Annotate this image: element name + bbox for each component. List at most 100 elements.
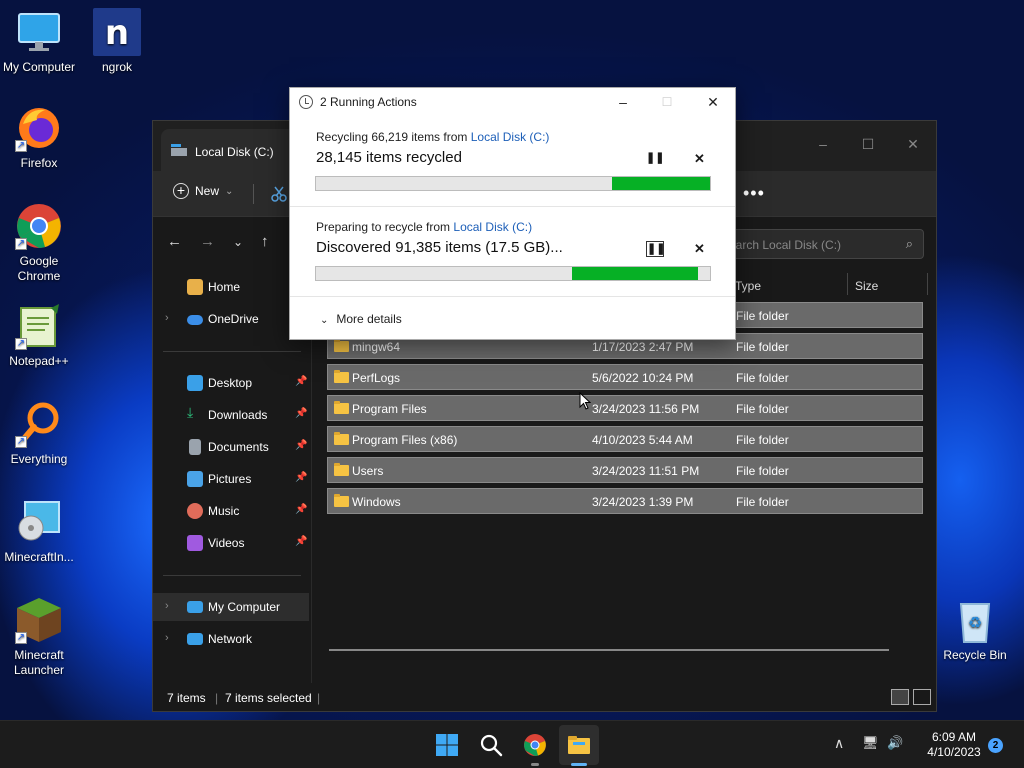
sidebar-item-documents[interactable]: Documents 📌 bbox=[153, 433, 309, 461]
clock-date: 4/10/2023 bbox=[927, 745, 981, 759]
file-row[interactable]: Program Files 3/24/2023 11:56 PM File fo… bbox=[327, 395, 923, 421]
desktop-icon-ngrok[interactable]: n ngrok bbox=[78, 8, 156, 75]
running-actions-dialog: 2 Running Actions – ☐ ✕ Recycling 66,219… bbox=[289, 87, 736, 340]
desktop-icon-everything[interactable]: ↗ Everything bbox=[0, 400, 78, 467]
chevron-right-icon[interactable]: › bbox=[165, 600, 169, 612]
documents-icon bbox=[189, 439, 201, 455]
clock[interactable]: 6:09 AM 4/10/2023 bbox=[920, 730, 988, 760]
search-icon: ⌕ bbox=[905, 236, 913, 251]
desktop-icon-minecraft[interactable]: ↗ Minecraft Launcher bbox=[0, 596, 78, 678]
explorer-minimize-button[interactable]: – bbox=[803, 129, 843, 159]
tiles-view-button[interactable] bbox=[913, 689, 931, 705]
monitor-icon bbox=[15, 8, 63, 56]
clock-time: 6:09 AM bbox=[931, 730, 977, 744]
sidebar-item-home[interactable]: Home bbox=[153, 273, 309, 301]
notification-badge[interactable]: 2 bbox=[988, 738, 1003, 753]
desktop-icon-minecraft-installer[interactable]: MinecraftIn... bbox=[0, 498, 78, 565]
chevron-right-icon[interactable]: › bbox=[165, 312, 169, 324]
explorer-maximize-button[interactable]: ☐ bbox=[848, 129, 888, 159]
shortcut-arrow-icon: ↗ bbox=[15, 632, 27, 644]
desktop-icon-recycle-bin[interactable]: ♻ Recycle Bin bbox=[936, 596, 1014, 663]
file-type: File folder bbox=[736, 309, 789, 323]
file-date: 3/24/2023 11:56 PM bbox=[592, 402, 700, 416]
sidebar-divider bbox=[163, 575, 301, 576]
explorer-close-button[interactable]: ✕ bbox=[893, 129, 933, 159]
sidebar-item-label: Home bbox=[208, 280, 241, 294]
running-indicator bbox=[531, 763, 539, 766]
sidebar-item-network[interactable]: › Network bbox=[153, 625, 309, 653]
more-options-button[interactable]: ••• bbox=[743, 183, 765, 204]
file-type: File folder bbox=[736, 371, 789, 385]
sidebar-item-onedrive[interactable]: › OneDrive bbox=[153, 305, 309, 333]
search-icon[interactable] bbox=[479, 733, 503, 757]
volume-icon[interactable]: 🔊 bbox=[887, 735, 903, 751]
desktop-icon-my-computer[interactable]: My Computer bbox=[0, 8, 78, 75]
up-button[interactable]: ↑ bbox=[261, 233, 269, 250]
horizontal-scrollbar[interactable] bbox=[329, 649, 889, 651]
column-header-size[interactable]: Size bbox=[855, 279, 878, 293]
selected-count: 7 items selected bbox=[225, 691, 312, 705]
source-link[interactable]: Local Disk (C:) bbox=[471, 130, 550, 144]
file-row[interactable]: Windows 3/24/2023 1:39 PM File folder bbox=[327, 488, 923, 514]
search-input[interactable]: earch Local Disk (C:) ⌕ bbox=[728, 229, 924, 259]
cancel-button[interactable]: ✕ bbox=[694, 241, 705, 257]
shortcut-arrow-icon: ↗ bbox=[15, 238, 27, 250]
explorer-tab[interactable]: Local Disk (C:) bbox=[161, 129, 301, 171]
sidebar-item-videos[interactable]: Videos 📌 bbox=[153, 529, 309, 557]
pause-button[interactable]: ❚❚ bbox=[646, 151, 664, 167]
firefox-icon: ↗ bbox=[15, 104, 63, 152]
details-view-button[interactable] bbox=[891, 689, 909, 705]
action-description-text: Preparing to recycle from bbox=[316, 220, 454, 234]
forward-button[interactable]: → bbox=[200, 233, 215, 250]
windows-start-icon[interactable] bbox=[435, 733, 459, 757]
file-type: File folder bbox=[736, 464, 789, 478]
dialog-maximize-button: ☐ bbox=[661, 95, 673, 109]
progress-fill bbox=[611, 177, 710, 190]
file-date: 3/24/2023 1:39 PM bbox=[592, 495, 694, 509]
dialog-divider bbox=[290, 296, 735, 297]
folder-icon bbox=[334, 370, 349, 383]
source-link[interactable]: Local Disk (C:) bbox=[453, 220, 532, 234]
more-details-label: More details bbox=[336, 312, 402, 326]
shortcut-arrow-icon: ↗ bbox=[15, 436, 27, 448]
sidebar-item-my-computer[interactable]: › My Computer bbox=[153, 593, 309, 621]
dialog-close-button[interactable]: ✕ bbox=[698, 92, 728, 112]
folder-icon bbox=[334, 401, 349, 414]
chevron-down-icon: ⌄ bbox=[225, 185, 234, 197]
cancel-button[interactable]: ✕ bbox=[694, 151, 705, 167]
cut-icon[interactable] bbox=[271, 186, 287, 202]
show-hidden-icons-button[interactable]: ∧ bbox=[834, 735, 844, 752]
recycle-bin-icon: ♻ bbox=[951, 596, 999, 644]
desktop-icon-chrome[interactable]: ↗ Google Chrome bbox=[0, 202, 78, 284]
network-icon[interactable]: 🖥 bbox=[862, 735, 879, 751]
file-type: File folder bbox=[736, 433, 789, 447]
network-icon bbox=[187, 633, 203, 645]
dialog-minimize-button[interactable]: – bbox=[608, 92, 638, 112]
back-button[interactable]: ← bbox=[167, 233, 182, 250]
folder-icon bbox=[334, 463, 349, 476]
file-row[interactable]: Program Files (x86) 4/10/2023 5:44 AM Fi… bbox=[327, 426, 923, 452]
active-indicator bbox=[571, 763, 587, 766]
sidebar-item-pictures[interactable]: Pictures 📌 bbox=[153, 465, 309, 493]
new-button[interactable]: + New ⌄ bbox=[173, 183, 233, 199]
sidebar-item-label: Music bbox=[208, 504, 240, 518]
file-row[interactable]: Users 3/24/2023 11:51 PM File folder bbox=[327, 457, 923, 483]
file-row[interactable]: PerfLogs 5/6/2022 10:24 PM File folder bbox=[327, 364, 923, 390]
chrome-icon[interactable] bbox=[523, 733, 547, 757]
recent-locations-button[interactable]: ⌄ bbox=[233, 235, 243, 249]
dialog-divider bbox=[290, 206, 735, 207]
desktop-icon-label: Google Chrome bbox=[17, 254, 61, 283]
sidebar-item-label: My Computer bbox=[208, 600, 281, 614]
desktop-icon-firefox[interactable]: ↗ Firefox bbox=[0, 104, 78, 171]
pause-button[interactable]: ❚❚ bbox=[646, 241, 665, 257]
pin-icon: 📌 bbox=[295, 408, 308, 419]
sidebar-item-downloads[interactable]: ⤓ Downloads 📌 bbox=[153, 401, 309, 429]
desktop-icon-notepadpp[interactable]: ↗ Notepad++ bbox=[0, 302, 78, 369]
sidebar-item-desktop[interactable]: Desktop 📌 bbox=[153, 369, 309, 397]
sidebar-item-music[interactable]: Music 📌 bbox=[153, 497, 309, 525]
new-label: New bbox=[195, 184, 220, 198]
more-details-button[interactable]: ⌄ More details bbox=[320, 312, 402, 326]
column-header-type[interactable]: Type bbox=[735, 279, 761, 293]
tab-title: Local Disk (C:) bbox=[195, 145, 274, 159]
chevron-right-icon[interactable]: › bbox=[165, 632, 169, 644]
